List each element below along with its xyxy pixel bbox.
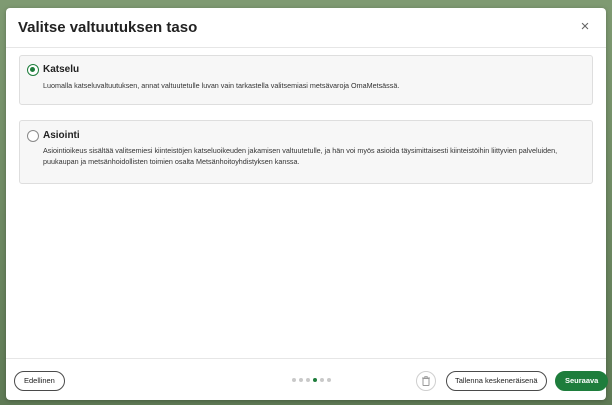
option-description: Luomalla katseluvaltuutuksen, annat valt… xyxy=(43,81,400,90)
option-asiointi[interactable]: Asiointi Asiointioikeus sisältää valitse… xyxy=(19,120,593,184)
step-dot xyxy=(327,378,331,382)
option-title: Katselu xyxy=(43,64,80,75)
delete-draft-button[interactable] xyxy=(416,371,436,391)
modal-header: Valitse valtuutuksen taso × xyxy=(6,8,606,48)
option-title: Asiointi xyxy=(43,130,80,141)
close-icon[interactable]: × xyxy=(576,18,594,36)
radio-unchecked-icon[interactable] xyxy=(27,130,39,142)
step-dot xyxy=(299,378,303,382)
save-draft-button[interactable]: Tallenna keskeneräisenä xyxy=(446,371,547,391)
next-button[interactable]: Seuraava xyxy=(555,371,609,391)
radio-checked-icon[interactable] xyxy=(27,64,39,76)
step-dot xyxy=(306,378,310,382)
back-button[interactable]: Edellinen xyxy=(14,371,65,391)
step-dot xyxy=(320,378,324,382)
step-indicator xyxy=(292,378,331,382)
option-description: Asiointioikeus sisältää valitsemiesi kii… xyxy=(43,146,558,166)
modal-footer: Edellinen Tallenna keskeneräisenä Seuraa… xyxy=(6,358,609,400)
authorization-level-modal: Valitse valtuutuksen taso × Katselu Luom… xyxy=(6,8,609,400)
step-dot xyxy=(292,378,296,382)
step-dot-active xyxy=(313,378,317,382)
trash-icon xyxy=(422,376,430,386)
modal-title: Valitse valtuutuksen taso xyxy=(18,19,198,36)
option-katselu[interactable]: Katselu Luomalla katseluvaltuutuksen, an… xyxy=(19,55,593,105)
